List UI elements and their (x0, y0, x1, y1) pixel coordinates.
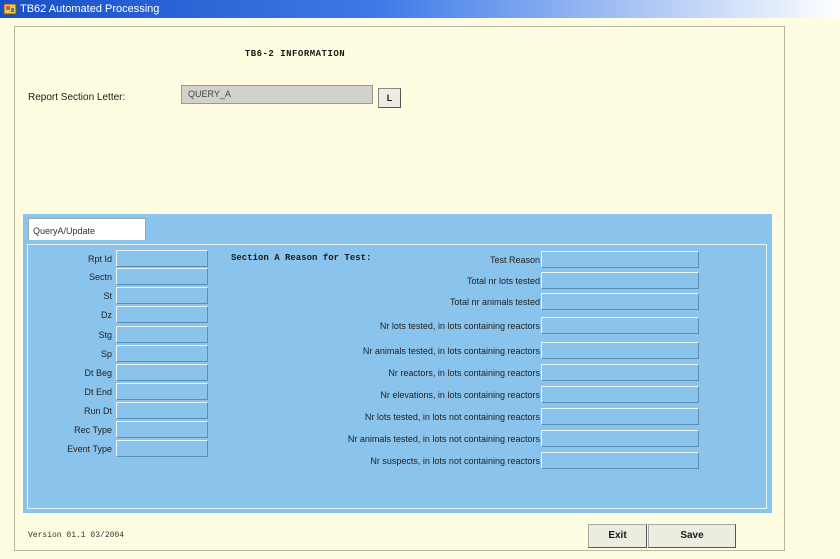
sp-field[interactable] (116, 345, 208, 362)
lots-tested-no-reactors-label: Nr lots tested, in lots not containing r… (364, 412, 540, 422)
animals-tested-no-reactors-label: Nr animals tested, in lots not containin… (347, 434, 540, 444)
rec-type-label: Rec Type (74, 425, 112, 435)
sp-label: Sp (100, 349, 112, 359)
total-lots-tested-field[interactable] (541, 272, 699, 289)
form-heading: TB6-2 INFORMATION (244, 49, 346, 59)
tab-query-a-update[interactable]: QueryA/Update (28, 218, 146, 240)
rec-type-field[interactable] (116, 421, 208, 438)
test-reason-field[interactable] (541, 251, 699, 268)
lots-tested-no-reactors-field[interactable] (541, 408, 699, 425)
exit-button[interactable]: Exit (588, 524, 647, 548)
animals-tested-reactors-field[interactable] (541, 342, 699, 359)
dz-field[interactable] (116, 306, 208, 323)
rpt-id-field[interactable] (116, 250, 208, 267)
st-field[interactable] (116, 287, 208, 304)
event-type-label: Event Type (67, 444, 112, 454)
sectn-field[interactable] (116, 268, 208, 285)
section-a-heading: Section A Reason for Test: (231, 253, 372, 263)
sectn-label: Sectn (88, 272, 112, 282)
rpt-id-label: Rpt Id (87, 254, 112, 264)
run-dt-label: Run Dt (83, 406, 112, 416)
dt-end-label: Dt End (84, 387, 112, 397)
total-animals-tested-label: Total nr animals tested (449, 297, 540, 307)
total-lots-tested-label: Total nr lots tested (466, 276, 540, 286)
stg-field[interactable] (116, 326, 208, 343)
suspects-field[interactable] (541, 452, 699, 469)
elevations-field[interactable] (541, 386, 699, 403)
reactors-field[interactable] (541, 364, 699, 381)
report-section-field[interactable]: QUERY_A (181, 85, 373, 104)
window-title-bar[interactable]: TB62 Automated Processing (0, 0, 840, 18)
dt-beg-field[interactable] (116, 364, 208, 381)
report-section-label: Report Section Letter: (28, 92, 126, 103)
event-type-field[interactable] (116, 440, 208, 457)
st-label: St (103, 291, 112, 301)
window-title: TB62 Automated Processing (20, 3, 160, 15)
total-animals-tested-field[interactable] (541, 293, 699, 310)
app-window-icon (3, 3, 17, 15)
version-text: Version 01.1 03/2004 (28, 531, 125, 540)
suspects-label: Nr suspects, in lots not containing reac… (370, 456, 540, 466)
elevations-label: Nr elevations, in lots containing reacto… (380, 390, 540, 400)
lots-tested-reactors-field[interactable] (541, 317, 699, 334)
run-dt-field[interactable] (116, 402, 208, 419)
lots-tested-reactors-label: Nr lots tested, in lots containing react… (379, 321, 540, 331)
dz-label: Dz (101, 310, 112, 320)
dt-end-field[interactable] (116, 383, 208, 400)
animals-tested-no-reactors-field[interactable] (541, 430, 699, 447)
animals-tested-reactors-label: Nr animals tested, in lots containing re… (362, 346, 540, 356)
list-of-values-button[interactable]: L (378, 88, 401, 108)
save-button[interactable]: Save (648, 524, 736, 548)
reactors-label: Nr reactors, in lots containing reactors (388, 368, 540, 378)
test-reason-label: Test Reason (489, 255, 540, 265)
dt-beg-label: Dt Beg (84, 368, 112, 378)
stg-label: Stg (98, 330, 112, 340)
